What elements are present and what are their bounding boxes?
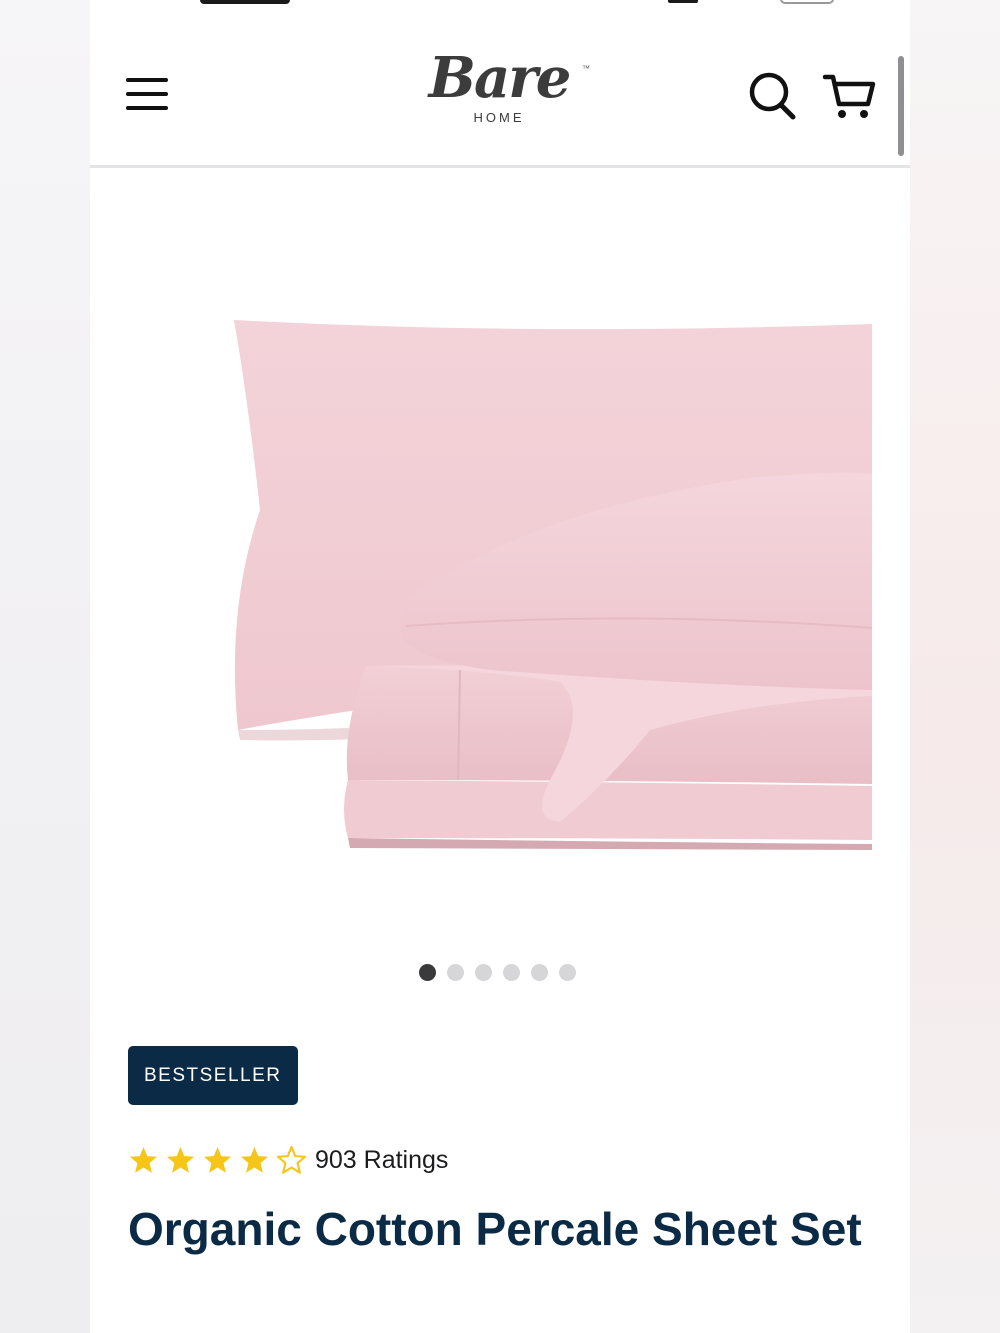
carousel-dot[interactable]: [475, 964, 492, 981]
hamburger-menu-icon[interactable]: [124, 74, 170, 114]
signal-icon: [668, 0, 698, 3]
star-filled-icon: [166, 1146, 195, 1173]
carousel-dot[interactable]: [559, 964, 576, 981]
ratings-count[interactable]: 903 Ratings: [315, 1146, 448, 1175]
star-filled-icon: [129, 1146, 158, 1173]
star-outline-icon: [276, 1145, 307, 1174]
carousel-dot[interactable]: [447, 964, 464, 981]
carousel-dot[interactable]: [419, 964, 436, 981]
star-filled-icon: [240, 1146, 269, 1173]
logo-wordmark: Bare: [428, 45, 572, 111]
carousel-dot[interactable]: [531, 964, 548, 981]
search-icon[interactable]: [748, 70, 798, 122]
scrollbar-thumb[interactable]: [898, 56, 904, 156]
site-header: Bare ™ HOME: [90, 30, 910, 168]
bestseller-badge: BESTSELLER: [128, 1046, 298, 1105]
rating-stars: [128, 1145, 313, 1176]
carousel-dot[interactable]: [503, 964, 520, 981]
product-title: Organic Cotton Percale Sheet Set: [128, 1203, 862, 1255]
status-bar: [90, 0, 910, 8]
trademark-symbol: ™: [582, 64, 590, 73]
product-page: Bare ™ HOME BESTSELLER 903 Ratings Organ…: [90, 0, 910, 1333]
product-image: [234, 320, 872, 850]
product-rating[interactable]: 903 Ratings: [128, 1140, 448, 1180]
carousel-dots: [419, 964, 576, 984]
brand-logo[interactable]: Bare ™ HOME: [406, 48, 592, 140]
background-blur-right: [910, 0, 1000, 1333]
logo-tagline: HOME: [473, 110, 525, 125]
cart-icon[interactable]: [822, 70, 878, 122]
product-gallery[interactable]: [90, 170, 910, 1000]
background-blur-left: [0, 0, 90, 1333]
battery-icon: [780, 0, 834, 4]
star-filled-icon: [203, 1146, 232, 1173]
status-time: [200, 0, 290, 4]
